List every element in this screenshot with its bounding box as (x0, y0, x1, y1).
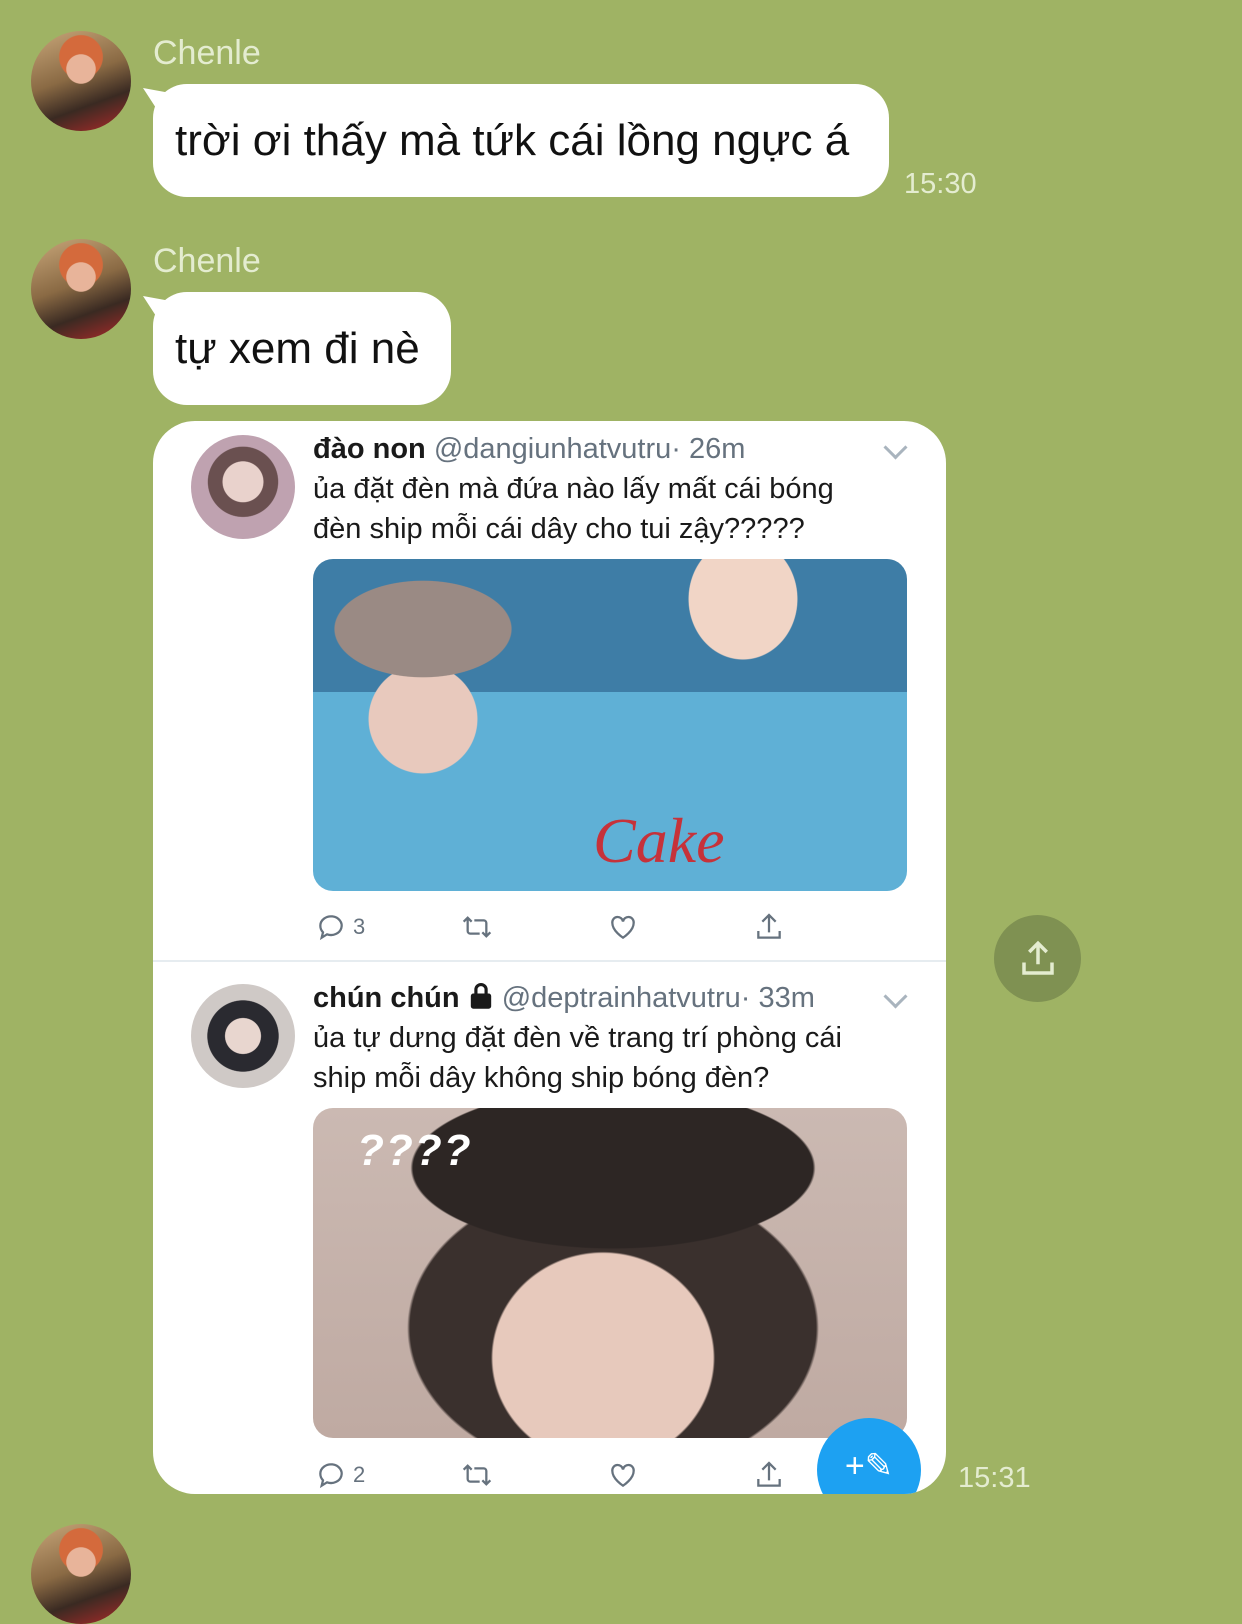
share-icon (1021, 940, 1054, 975)
tweet-header: đào non @dangiunhatvutru· 26m (313, 433, 745, 466)
message-text: trời ơi thấy mà tứk cái lồng ngực á (175, 115, 850, 165)
sender-avatar[interactable] (31, 1524, 131, 1624)
share-icon (757, 913, 781, 939)
chevron-down-icon (883, 984, 908, 1009)
tweet-photo: Cake (313, 559, 907, 891)
tweet-age: · 33m (740, 982, 815, 1014)
tweet-author-avatar (191, 984, 295, 1088)
tweet-author-name: đào non (313, 433, 426, 465)
share-action (753, 907, 785, 947)
sender-avatar[interactable] (31, 239, 131, 339)
reply-count: 2 (353, 1462, 366, 1487)
reply-action: 2 (315, 1455, 365, 1494)
retweet-icon (462, 1464, 492, 1486)
reply-icon (319, 1463, 343, 1489)
message-time: 15:31 (958, 1462, 1031, 1494)
tweet-author-avatar (191, 435, 295, 539)
sender-avatar[interactable] (31, 31, 131, 131)
sender-name: Chenle (153, 34, 261, 72)
share-button[interactable] (994, 915, 1081, 1002)
tweet-text: ủa đặt đèn mà đứa nào lấy mất cái bóng đ… (313, 473, 834, 545)
tweet-photo: ???? (313, 1108, 907, 1438)
reply-count: 3 (353, 914, 366, 939)
tweet-age: · 26m (671, 433, 746, 465)
sender-name: Chenle (153, 242, 261, 280)
message-text: tự xem đi nè (175, 323, 420, 373)
tweet-header: chún chún @deptrainhatvutru· 33m (313, 982, 815, 1015)
retweet-action (459, 907, 495, 947)
reply-icon (319, 915, 343, 941)
heart-icon (611, 915, 635, 940)
heart-icon (611, 1463, 635, 1488)
tweet-handle: @deptrainhatvutru (501, 982, 741, 1014)
tweet-author-name: chún chún (313, 982, 460, 1014)
message-bubble[interactable]: tự xem đi nè (143, 292, 451, 405)
lock-icon (470, 983, 491, 1009)
like-action (607, 907, 639, 947)
chevron-down-icon (883, 435, 908, 460)
retweet-action (459, 1455, 495, 1494)
like-action (607, 1455, 639, 1494)
tweet-actions: 3 (313, 907, 913, 947)
message-bubble[interactable]: trời ơi thấy mà tứk cái lồng ngực á (143, 84, 889, 197)
photo-text: ???? (357, 1126, 473, 1175)
tweet-handle: @dangiunhatvutru (433, 433, 672, 465)
tweet-divider (153, 960, 946, 962)
photo-text: Cake (593, 805, 725, 876)
message-time: 15:30 (904, 168, 977, 200)
retweet-icon (462, 916, 492, 938)
reply-action: 3 (315, 907, 365, 947)
shared-image-message[interactable]: đào non @dangiunhatvutru· 26m ủa đặt đèn… (153, 421, 946, 1494)
share-icon (757, 1461, 781, 1487)
tweet-text: ủa tự dưng đặt đèn về trang trí phòng cá… (313, 1022, 842, 1094)
share-action (753, 1455, 785, 1494)
